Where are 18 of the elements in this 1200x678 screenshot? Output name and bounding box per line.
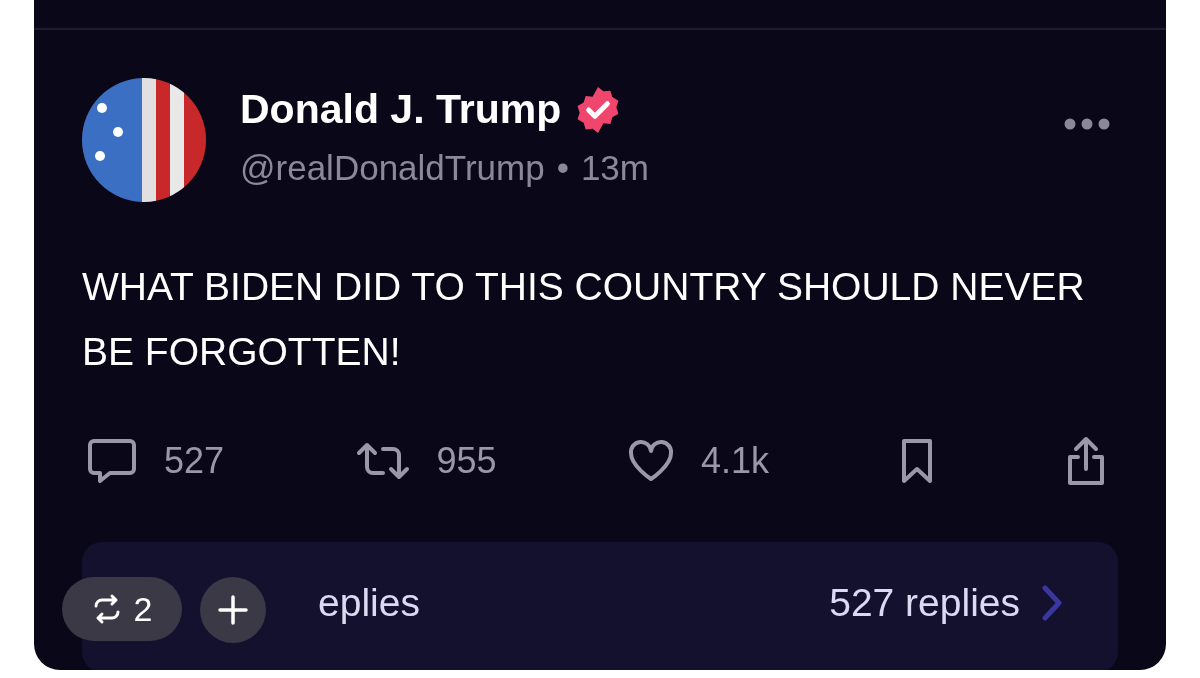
replies-count: 527 replies xyxy=(829,579,1020,626)
action-count: 527 xyxy=(164,439,225,483)
plus-icon xyxy=(218,595,248,625)
separator-dot: • xyxy=(556,147,569,189)
action-count: 955 xyxy=(436,439,497,483)
heart-icon[interactable] xyxy=(627,439,676,483)
action-count: 4.1k xyxy=(701,439,770,483)
repost-count-pill[interactable]: 2 xyxy=(62,577,182,641)
author-name[interactable]: Donald J. Trump xyxy=(240,79,562,141)
avatar[interactable] xyxy=(82,78,206,202)
more-options-icon[interactable] xyxy=(1064,118,1110,130)
bookmark-icon[interactable] xyxy=(899,437,934,485)
post-text: WHAT BIDEN DID TO THIS COUNTRY SHOULD NEVER BE FORGOTTEN! xyxy=(82,264,1086,375)
comment-icon[interactable] xyxy=(86,437,138,485)
replies-label: eplies xyxy=(318,579,420,626)
chevron-right-icon xyxy=(1042,585,1062,621)
post-time: 13m xyxy=(580,147,649,189)
user-handle[interactable]: @realDonaldTrump xyxy=(240,142,545,195)
